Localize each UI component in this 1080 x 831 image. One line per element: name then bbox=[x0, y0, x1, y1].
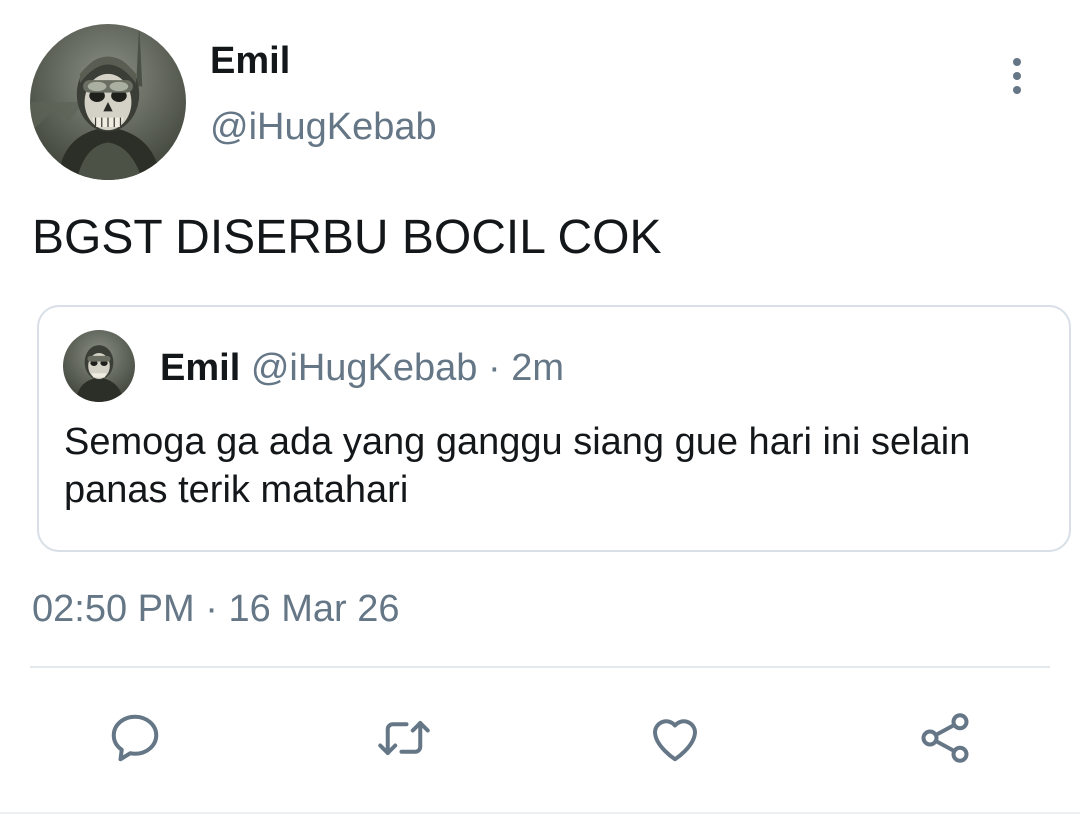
ghost-mask-avatar-image bbox=[30, 24, 186, 180]
quoted-separator: · bbox=[487, 347, 501, 389]
share-icon bbox=[921, 713, 969, 763]
quoted-relative-time: 2m bbox=[511, 347, 564, 389]
reply-button[interactable] bbox=[103, 706, 167, 770]
timestamp-separator: · bbox=[205, 588, 218, 630]
quoted-tweet-header: Emil @iHugKebab · 2m bbox=[160, 345, 564, 391]
quoted-author-avatar bbox=[63, 330, 135, 402]
share-button[interactable] bbox=[913, 706, 977, 770]
heart-icon bbox=[653, 719, 697, 762]
author-handle[interactable]: @iHugKebab bbox=[210, 104, 437, 150]
retweet-button[interactable] bbox=[372, 706, 436, 770]
bottom-divider bbox=[0, 812, 1080, 814]
tweet-time: 02:50 PM bbox=[32, 588, 195, 630]
more-vertical-icon bbox=[1013, 58, 1021, 66]
author-display-name[interactable]: Emil bbox=[210, 38, 290, 84]
quoted-author-name: Emil bbox=[160, 347, 241, 389]
more-options-button[interactable] bbox=[996, 50, 1038, 102]
quoted-author-handle: @iHugKebab bbox=[250, 347, 478, 389]
quoted-tweet-text: Semoga ga ada yang ganggu siang gue hari… bbox=[64, 421, 971, 511]
more-vertical-icon-dot bbox=[1013, 86, 1021, 94]
action-bar-divider bbox=[30, 666, 1050, 668]
tweet-text: BGST DISERBU BOCIL COK bbox=[32, 211, 662, 264]
retweet-icon bbox=[378, 721, 430, 755]
tweet-date: 16 Mar 26 bbox=[228, 588, 400, 630]
ghost-mask-avatar-image bbox=[63, 330, 135, 402]
more-vertical-icon-dot bbox=[1013, 72, 1021, 80]
reply-icon bbox=[111, 714, 159, 762]
like-button[interactable] bbox=[643, 706, 707, 770]
author-avatar[interactable] bbox=[30, 24, 186, 180]
tweet-timestamp: 02:50 PM · 16 Mar 26 bbox=[32, 586, 400, 632]
